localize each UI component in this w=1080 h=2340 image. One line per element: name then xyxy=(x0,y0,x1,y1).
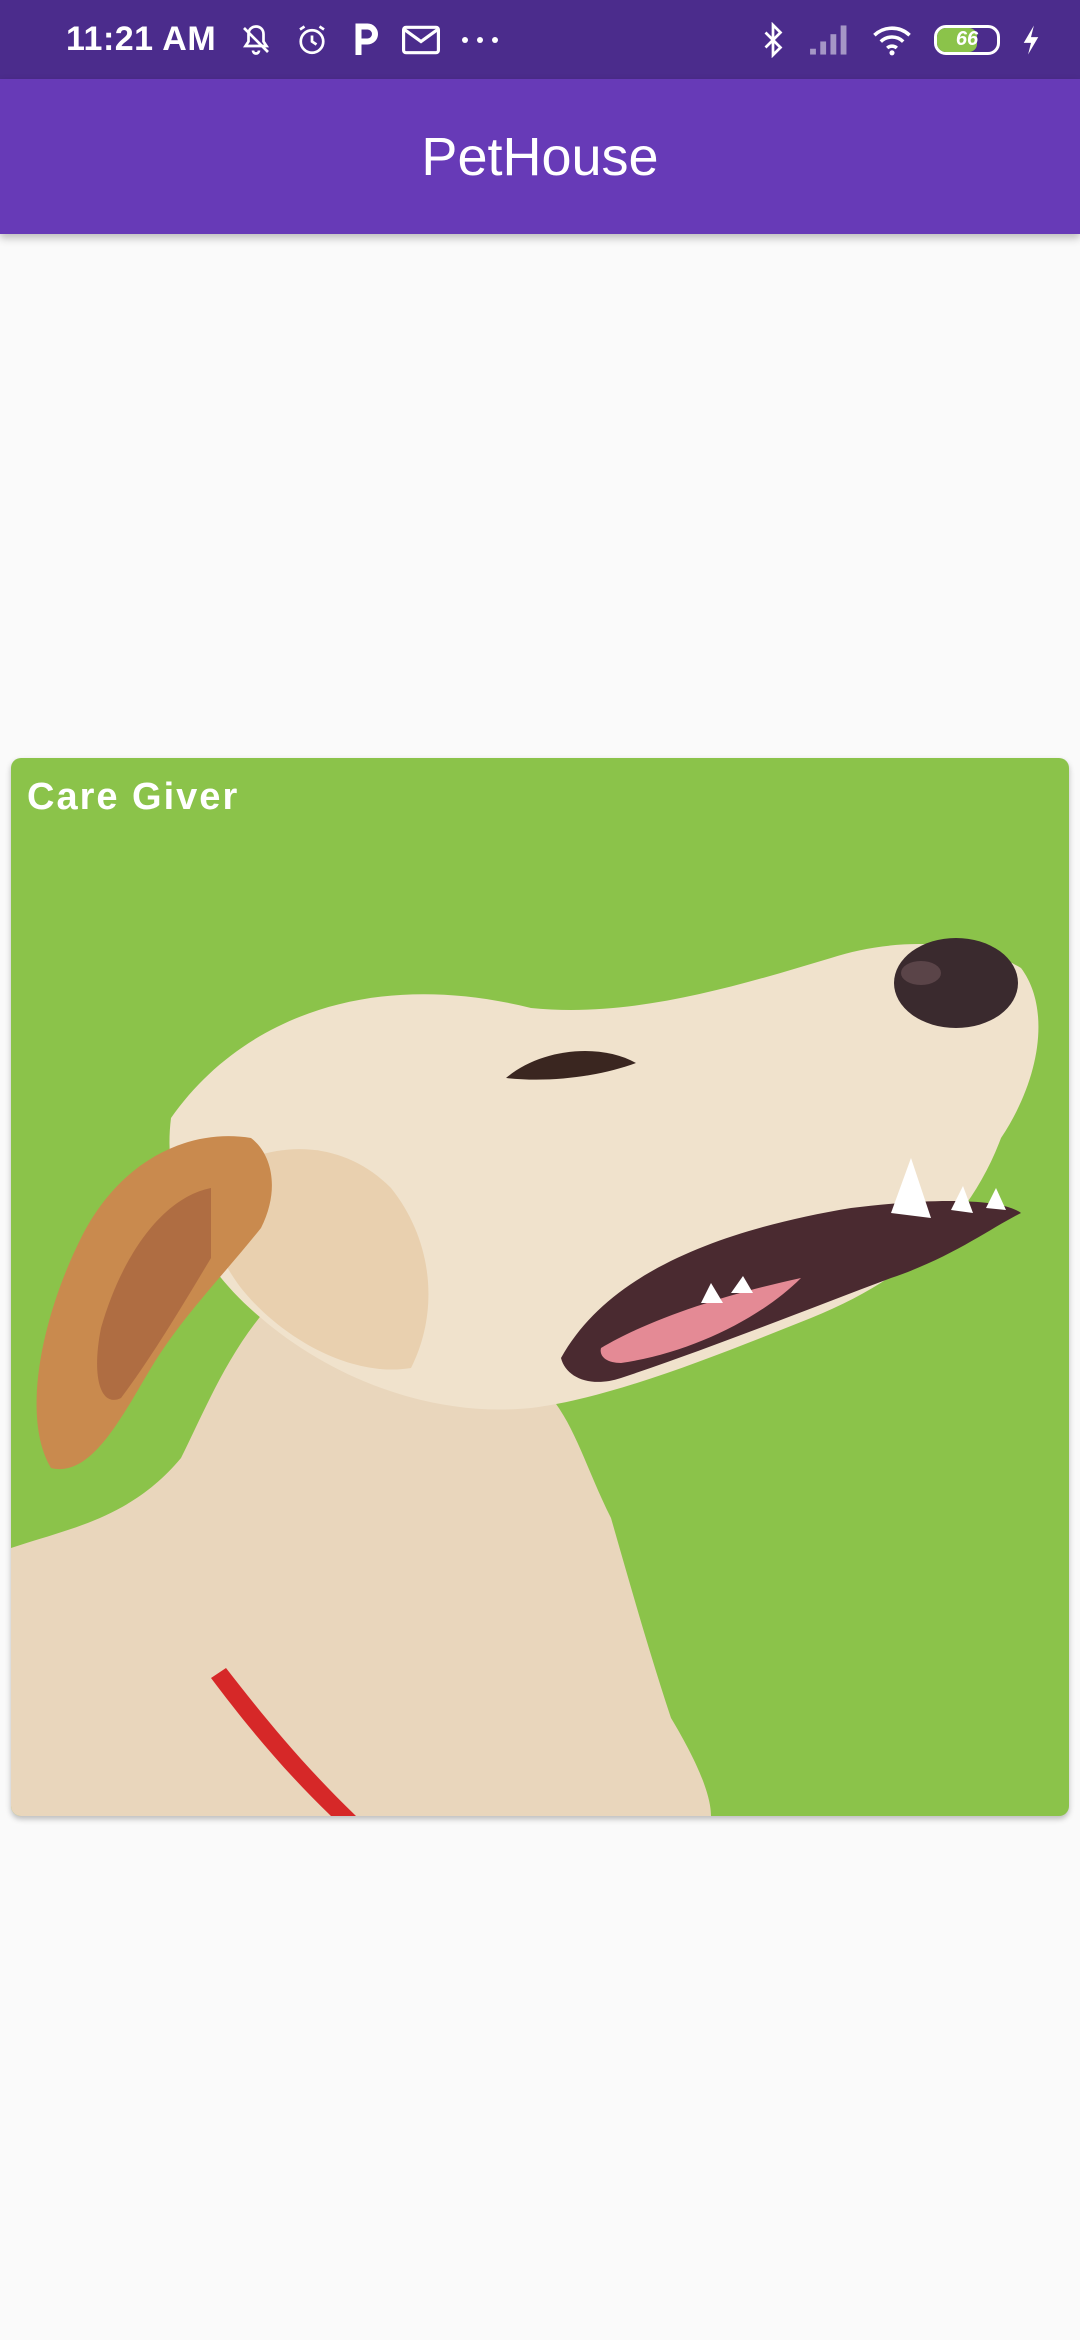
status-bar: 11:21 AM 66 xyxy=(0,0,1080,79)
care-giver-card[interactable]: Care Giver xyxy=(11,758,1069,1816)
status-right-icons: 66 xyxy=(760,21,1040,58)
more-dots-icon xyxy=(460,35,500,45)
bluetooth-icon xyxy=(760,21,786,58)
parking-icon xyxy=(350,22,382,58)
mute-icon xyxy=(238,22,274,58)
battery-icon: 66 xyxy=(934,24,1000,55)
wifi-icon xyxy=(872,24,912,56)
gmail-icon xyxy=(402,24,441,56)
status-time: 11:21 AM xyxy=(66,20,217,58)
card-label: Care Giver xyxy=(27,776,240,818)
charging-icon xyxy=(1022,24,1040,56)
battery-level: 66 xyxy=(955,28,979,50)
status-left-icons xyxy=(238,22,500,58)
dog-photo xyxy=(11,938,1039,1816)
app-title: PetHouse xyxy=(421,126,659,187)
signal-icon xyxy=(808,24,850,56)
app-bar: PetHouse xyxy=(0,79,1080,234)
alarm-icon xyxy=(294,22,330,58)
